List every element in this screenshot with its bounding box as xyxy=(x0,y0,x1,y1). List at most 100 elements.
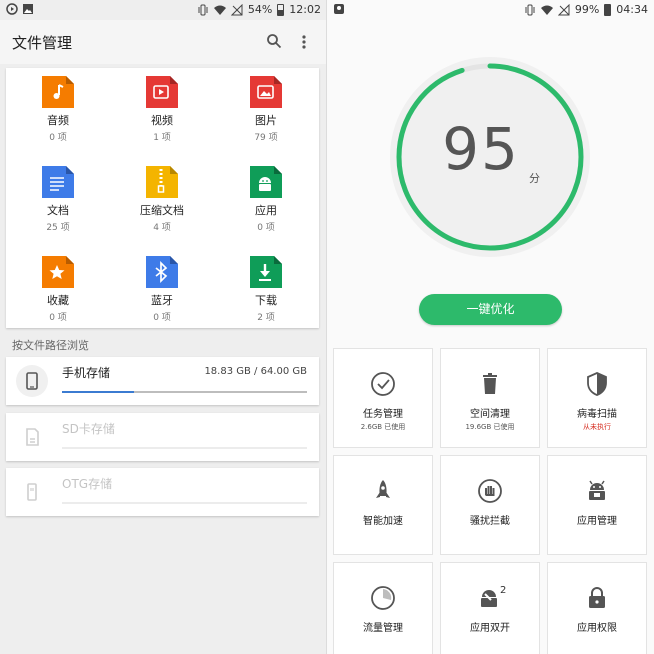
storage-usage-bar xyxy=(62,391,307,393)
app-manage-icon xyxy=(589,480,605,500)
image-icon xyxy=(250,76,282,108)
wifi-icon xyxy=(540,5,553,15)
search-icon[interactable] xyxy=(266,33,282,49)
battery-percent: 99% xyxy=(574,3,600,16)
status-bar: 54% 12:02 xyxy=(0,0,327,20)
category-count: 79 项 xyxy=(254,133,278,143)
otg-storage-item: OTG存储 xyxy=(6,468,319,516)
category-label: 音频 xyxy=(47,114,69,127)
app-bar: 文件管理 xyxy=(0,20,327,64)
gallery-notification-icon xyxy=(23,4,33,14)
tile-data-usage[interactable]: 流量管理 xyxy=(333,562,433,654)
score-value: 95 xyxy=(442,115,520,183)
category-downloads[interactable]: 下载 2 项 xyxy=(214,256,318,344)
vibrate-icon xyxy=(525,4,535,15)
phone-storage-item[interactable]: 手机存储 18.83 GB / 64.00 GB xyxy=(6,357,319,405)
tile-label: 应用权限 xyxy=(577,623,617,634)
battery-percent: 54% xyxy=(247,3,273,16)
tile-app-permissions[interactable]: 应用权限 xyxy=(547,562,647,654)
tile-label: 智能加速 xyxy=(363,516,403,527)
category-label: 文档 xyxy=(47,204,69,217)
category-documents[interactable]: 文档 25 项 xyxy=(6,166,110,254)
notification-icon xyxy=(6,3,18,15)
optimize-button[interactable]: 一键优化 xyxy=(419,294,562,325)
category-count: 4 项 xyxy=(153,223,171,233)
document-icon xyxy=(42,166,74,198)
phone-manager-screen: 99% 04:34 95 分 一键优化 任务管理 2.6GB 已使用 空间清理 … xyxy=(327,0,654,654)
category-label: 蓝牙 xyxy=(151,294,173,307)
category-label: 应用 xyxy=(255,204,277,217)
tile-task-manager[interactable]: 任务管理 2.6GB 已使用 xyxy=(333,348,433,448)
storage-name: OTG存储 xyxy=(62,477,113,491)
category-apps[interactable]: 应用 0 项 xyxy=(214,166,318,254)
battery-icon xyxy=(277,3,285,16)
tile-space-cleanup[interactable]: 空间清理 19.6GB 已使用 xyxy=(440,348,540,448)
browse-by-path-label: 按文件路径浏览 xyxy=(12,339,89,352)
music-icon xyxy=(42,76,74,108)
category-bluetooth[interactable]: 蓝牙 0 项 xyxy=(110,256,214,344)
category-count: 0 项 xyxy=(49,133,67,143)
page-title: 文件管理 xyxy=(12,34,73,52)
vibrate-icon xyxy=(198,4,208,15)
lock-icon xyxy=(589,587,605,608)
storage-size: 18.83 GB / 64.00 GB xyxy=(204,366,307,377)
category-count: 1 项 xyxy=(153,133,171,143)
status-bar: 99% 04:34 xyxy=(327,0,654,20)
download-icon xyxy=(250,256,282,288)
tile-label: 骚扰拦截 xyxy=(470,516,510,527)
video-icon xyxy=(146,76,178,108)
sd-card-storage-item: SD卡存储 xyxy=(6,413,319,461)
storage-name: SD卡存储 xyxy=(62,422,115,436)
category-count: 2 项 xyxy=(257,313,275,323)
tile-dual-apps[interactable]: 2 应用双开 xyxy=(440,562,540,654)
tile-subtext: 19.6GB 已使用 xyxy=(465,423,515,431)
category-video[interactable]: 视频 1 项 xyxy=(110,76,214,164)
tile-virus-scan[interactable]: 病毒扫描 从未执行 xyxy=(547,348,647,448)
tile-label: 流量管理 xyxy=(363,623,403,634)
android-icon xyxy=(250,166,282,198)
shield-icon xyxy=(587,372,607,396)
dual-app-badge: 2 xyxy=(500,585,507,596)
storage-usage-bar xyxy=(62,502,307,504)
category-count: 0 项 xyxy=(49,313,67,323)
zip-icon xyxy=(146,166,178,198)
tile-label: 病毒扫描 xyxy=(577,409,617,420)
category-label: 视频 xyxy=(151,114,173,127)
storage-name: 手机存储 xyxy=(62,366,111,380)
data-usage-icon xyxy=(371,586,395,610)
tile-label: 应用双开 xyxy=(470,623,510,634)
sd-card-icon xyxy=(16,421,48,453)
usb-icon xyxy=(16,476,48,508)
check-circle-icon xyxy=(371,372,395,396)
clock: 12:02 xyxy=(289,3,321,16)
category-count: 0 项 xyxy=(153,313,171,323)
category-label: 下载 xyxy=(255,294,277,307)
no-signal-icon xyxy=(230,3,243,15)
storage-usage-bar xyxy=(62,447,307,449)
tile-app-manager[interactable]: 应用管理 xyxy=(547,455,647,555)
phone-icon xyxy=(16,365,48,397)
no-signal-icon xyxy=(557,3,570,15)
clock: 04:34 xyxy=(616,3,648,16)
category-label: 收藏 xyxy=(47,294,69,307)
category-label: 图片 xyxy=(255,114,277,127)
rocket-icon xyxy=(376,480,390,498)
tile-harassment-block[interactable]: 骚扰拦截 xyxy=(440,455,540,555)
category-archives[interactable]: 压缩文档 4 项 xyxy=(110,166,214,254)
hand-block-icon xyxy=(478,479,502,503)
tile-subtext: 2.6GB 已使用 xyxy=(360,423,406,431)
score-unit: 分 xyxy=(529,172,540,185)
category-images[interactable]: 图片 79 项 xyxy=(214,76,318,164)
more-options-icon[interactable] xyxy=(301,34,307,50)
category-audio[interactable]: 音频 0 项 xyxy=(6,76,110,164)
storage-usage-fill xyxy=(62,391,135,393)
location-notification-icon xyxy=(334,4,344,14)
tile-label: 空间清理 xyxy=(470,409,510,420)
category-favorites[interactable]: 收藏 0 项 xyxy=(6,256,110,344)
tile-label: 任务管理 xyxy=(363,409,403,420)
bluetooth-icon xyxy=(146,256,178,288)
star-icon xyxy=(42,256,74,288)
trash-icon xyxy=(483,373,497,394)
tile-smart-boost[interactable]: 智能加速 xyxy=(333,455,433,555)
category-count: 25 项 xyxy=(46,223,70,233)
